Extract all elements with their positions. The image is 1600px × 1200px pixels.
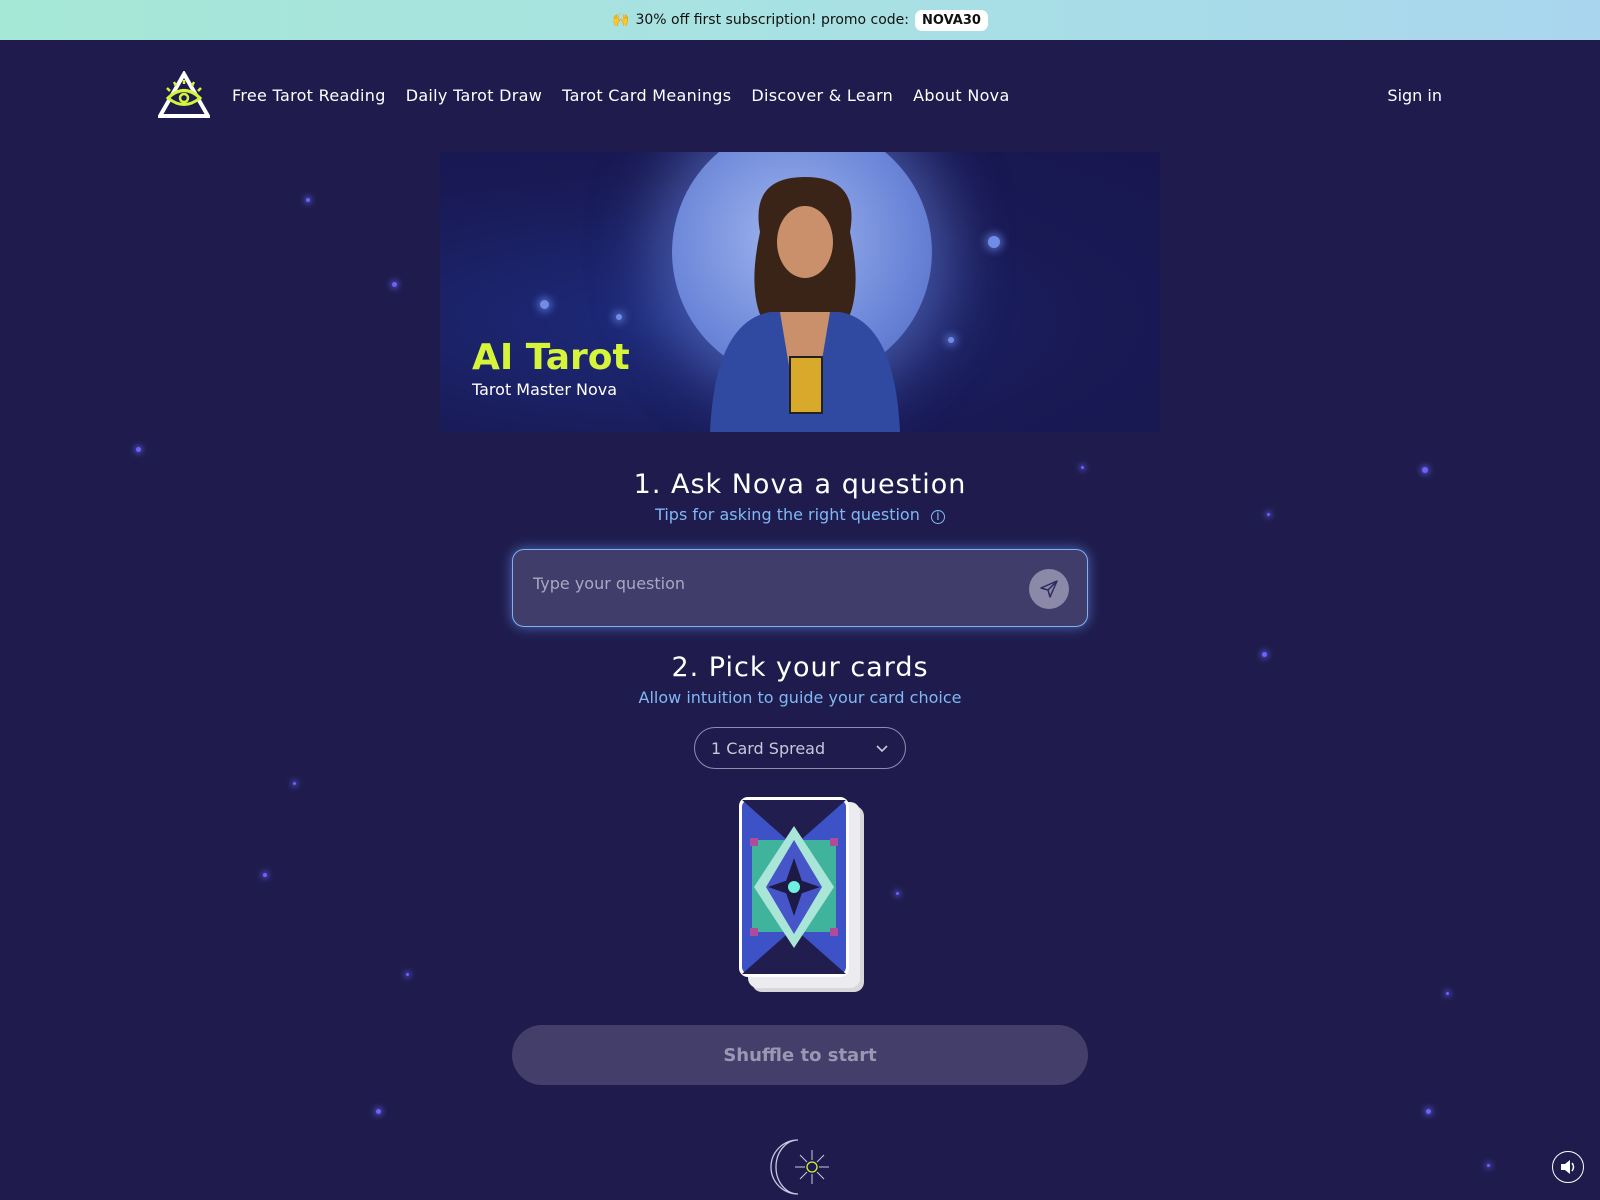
card-deck[interactable] bbox=[738, 796, 866, 994]
sound-toggle-button[interactable] bbox=[1552, 1151, 1584, 1183]
star bbox=[406, 973, 409, 976]
hero-subtitle: Tarot Master Nova bbox=[472, 380, 618, 399]
spread-select[interactable]: 1 Card Spread bbox=[694, 727, 906, 769]
promo-text: 30% off first subscription! promo code: bbox=[635, 12, 910, 28]
question-input-box bbox=[512, 549, 1088, 627]
tips-link[interactable]: Tips for asking the right question i bbox=[0, 505, 1600, 524]
star bbox=[263, 873, 267, 877]
tips-label: Tips for asking the right question bbox=[655, 505, 920, 524]
star bbox=[392, 282, 397, 287]
promo-code[interactable]: NOVA30 bbox=[915, 9, 988, 31]
spread-selected-value: 1 Card Spread bbox=[711, 738, 826, 758]
star bbox=[1426, 1109, 1431, 1114]
step1-title: 1. Ask Nova a question bbox=[633, 469, 967, 500]
shuffle-button[interactable]: Shuffle to start bbox=[512, 1025, 1088, 1085]
star bbox=[306, 198, 310, 202]
send-button[interactable] bbox=[1029, 569, 1069, 609]
sign-in-link[interactable]: Sign in bbox=[1387, 86, 1442, 105]
nav-daily-tarot-draw[interactable]: Daily Tarot Draw bbox=[406, 86, 542, 105]
question-input[interactable] bbox=[533, 574, 993, 593]
nav-discover-learn[interactable]: Discover & Learn bbox=[751, 86, 893, 105]
logo-eye-icon[interactable] bbox=[158, 71, 210, 119]
star bbox=[896, 892, 899, 895]
chevron-down-icon bbox=[876, 745, 888, 753]
send-icon bbox=[1040, 580, 1058, 598]
raising-hands-icon: 🙌 bbox=[612, 12, 630, 28]
info-icon[interactable]: i bbox=[930, 510, 945, 524]
star bbox=[376, 1109, 381, 1114]
speaker-icon bbox=[1561, 1160, 1575, 1174]
step2-subtitle: Allow intuition to guide your card choic… bbox=[638, 688, 962, 707]
nav-about-nova[interactable]: About Nova bbox=[913, 86, 1009, 105]
hero-banner: AI Tarot Tarot Master Nova bbox=[440, 152, 1160, 432]
star bbox=[1487, 1164, 1490, 1167]
star bbox=[1446, 992, 1449, 995]
promo-banner: 🙌 30% off first subscription! promo code… bbox=[0, 0, 1600, 40]
hero-title: AI Tarot bbox=[472, 337, 630, 378]
tarot-master-image bbox=[710, 177, 900, 432]
main-nav: Free Tarot Reading Daily Tarot Draw Taro… bbox=[158, 68, 1442, 122]
nav-free-tarot-reading[interactable]: Free Tarot Reading bbox=[232, 86, 386, 105]
moon-sun-emblem-icon bbox=[770, 1139, 829, 1195]
star bbox=[136, 447, 141, 452]
nav-tarot-card-meanings[interactable]: Tarot Card Meanings bbox=[562, 86, 731, 105]
star bbox=[293, 782, 296, 785]
step2-title: 2. Pick your cards bbox=[671, 652, 929, 683]
